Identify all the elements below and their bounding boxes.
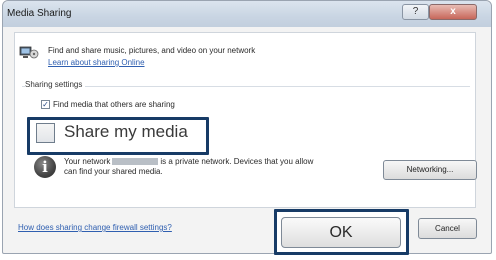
networking-button[interactable]: Networking... bbox=[383, 160, 477, 180]
network-name-redacted bbox=[112, 158, 159, 166]
help-button[interactable]: ? bbox=[402, 4, 429, 20]
close-button[interactable]: x bbox=[429, 4, 477, 20]
find-media-label: Find media that others are sharing bbox=[53, 100, 175, 109]
dialog-title: Media Sharing bbox=[7, 8, 72, 19]
sharing-settings-label: Sharing settings bbox=[25, 80, 86, 89]
network-status-line1: Your network is a private network. Device… bbox=[64, 157, 313, 166]
firewall-settings-link[interactable]: How does sharing change firewall setting… bbox=[18, 223, 172, 232]
learn-about-sharing-link[interactable]: Learn about sharing Online bbox=[48, 58, 145, 67]
share-my-media-checkbox[interactable] bbox=[36, 123, 55, 143]
info-icon: i bbox=[34, 156, 56, 178]
find-media-checkbox[interactable]: ✓ bbox=[41, 100, 50, 109]
network-prefix: Your network bbox=[64, 157, 111, 166]
share-my-media-label: Share my media bbox=[64, 122, 188, 141]
ok-button[interactable]: OK bbox=[281, 217, 401, 248]
media-sharing-icon bbox=[19, 46, 39, 59]
intro-text: Find and share music, pictures, and vide… bbox=[48, 46, 256, 55]
network-status-line2: can find your shared media. bbox=[64, 167, 163, 176]
network-suffix: is a private network. Devices that you a… bbox=[160, 157, 314, 166]
cancel-button[interactable]: Cancel bbox=[418, 218, 477, 239]
